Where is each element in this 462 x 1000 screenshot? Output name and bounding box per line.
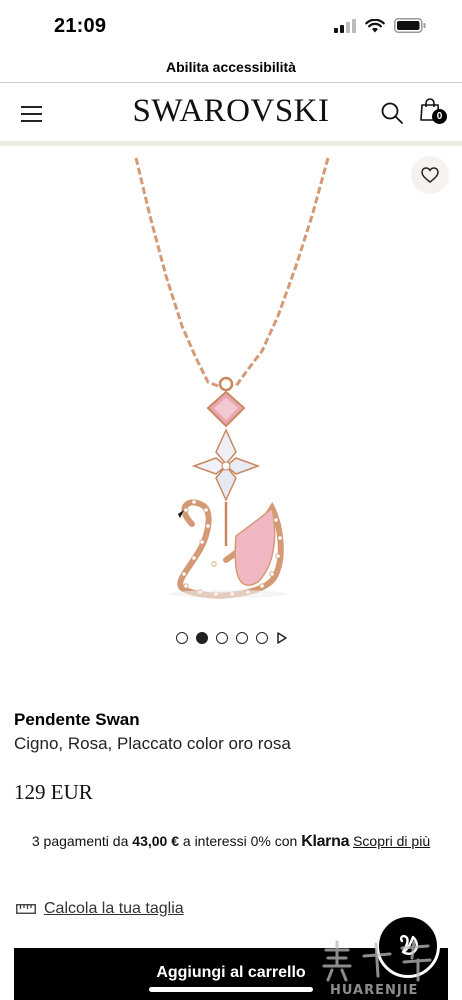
ruler-icon xyxy=(16,904,36,914)
play-video-icon[interactable] xyxy=(277,632,287,644)
product-image-gallery[interactable] xyxy=(0,146,462,616)
home-indicator xyxy=(149,987,313,992)
learn-more-link[interactable]: Scopri di più xyxy=(353,833,430,849)
status-bar: 21:09 xyxy=(0,0,462,52)
installments-amount: 43,00 € xyxy=(132,833,179,849)
wifi-icon xyxy=(365,18,385,32)
bag-count-badge: 0 xyxy=(432,109,447,124)
size-calculator-link[interactable]: Calcola la tua taglia xyxy=(16,900,184,918)
installments-prefix: 3 pagamenti da xyxy=(31,833,129,849)
size-calculator-label: Calcola la tua taglia xyxy=(44,900,184,917)
carousel-dot[interactable] xyxy=(176,632,188,644)
installments-info: 3 pagamenti da 43,00 € a interessi 0% co… xyxy=(0,833,462,851)
wishlist-button[interactable] xyxy=(411,156,449,194)
site-header: SWAROVSKI 0 xyxy=(0,83,462,141)
watermark-text: HUARENJIE xyxy=(330,983,418,998)
carousel-dot-active[interactable] xyxy=(196,632,208,644)
heart-icon xyxy=(421,167,439,183)
installments-middle: a interessi 0% con xyxy=(182,833,298,849)
watermark-logo: HUARENJIE xyxy=(322,940,432,998)
status-icons xyxy=(334,18,426,33)
cellular-signal-icon xyxy=(334,18,356,33)
carousel-dot[interactable] xyxy=(236,632,248,644)
search-button[interactable] xyxy=(380,101,404,125)
battery-icon xyxy=(394,18,426,33)
status-time: 21:09 xyxy=(54,15,107,37)
klarna-logo: Klarna xyxy=(301,833,350,850)
search-icon xyxy=(381,102,403,124)
carousel-dot[interactable] xyxy=(256,632,268,644)
carousel-dot[interactable] xyxy=(216,632,228,644)
shopping-bag-button[interactable]: 0 xyxy=(420,98,450,128)
product-image xyxy=(134,157,330,599)
product-description: Cigno, Rosa, Placcato color oro rosa xyxy=(14,734,291,753)
product-name: Pendente Swan xyxy=(14,710,140,729)
accessibility-toggle[interactable]: Abilita accessibilità xyxy=(0,52,462,82)
product-price: 129 EUR xyxy=(14,780,93,804)
carousel-dots xyxy=(176,632,287,644)
